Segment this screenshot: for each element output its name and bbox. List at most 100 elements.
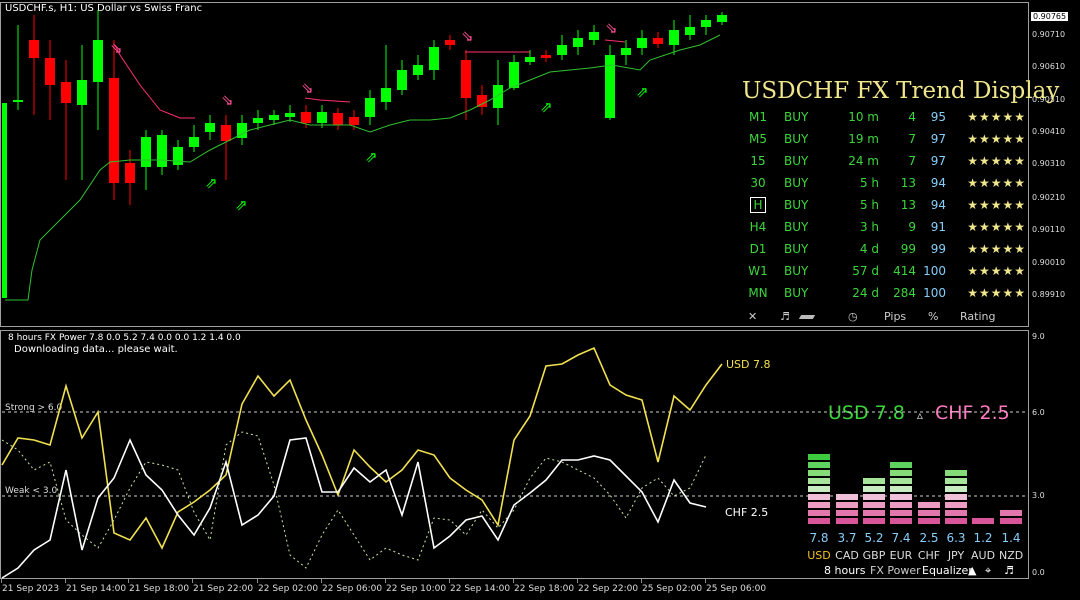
currency-power-value: 5.2 xyxy=(864,531,884,545)
currency-name[interactable]: CAD xyxy=(835,549,859,562)
equalizer-bar-segment xyxy=(945,470,967,476)
time-tick xyxy=(321,579,322,583)
time-tick-label: 22 Sep 14:00 xyxy=(450,584,511,594)
price-axis: 0.90710 0.90610 0.90510 0.90410 0.90310 … xyxy=(1030,0,1080,330)
price-tick: 0.90310 xyxy=(1032,159,1066,168)
time-tick-label: 21 Sep 18:00 xyxy=(129,584,190,594)
time-tick xyxy=(1,579,2,583)
time-tick xyxy=(641,579,642,583)
equalizer-bar-segment xyxy=(863,518,885,524)
currency-power-value: 3.7 xyxy=(837,531,857,545)
music-note-icon[interactable]: ♬ xyxy=(1004,564,1014,577)
equalizer-bar-segment xyxy=(808,454,830,460)
price-tick: 0.90610 xyxy=(1032,62,1066,71)
equalizer-bar-segment xyxy=(972,518,994,524)
power-axis: 9.0 6.0 3.0 0.0 xyxy=(1030,330,1080,580)
time-tick xyxy=(449,579,450,583)
currency-name[interactable]: AUD xyxy=(971,549,995,562)
currency-power-value: 7.8 xyxy=(809,531,829,545)
time-tick-label: 21 Sep 22:00 xyxy=(193,584,254,594)
time-tick xyxy=(257,579,258,583)
equalizer-bar-segment xyxy=(808,510,830,516)
time-tick-label: 22 Sep 22:00 xyxy=(578,584,639,594)
time-tick xyxy=(385,579,386,583)
power-tick: 3.0 xyxy=(1032,491,1045,500)
arrow-down-icon[interactable]: ▲ xyxy=(968,564,976,577)
power-lines-layer xyxy=(1,346,1025,579)
fx-power-button[interactable]: FX Power xyxy=(870,564,921,577)
equalizer-bar-segment xyxy=(890,502,912,508)
time-tick xyxy=(192,579,193,583)
equalizer-bar-segment xyxy=(808,470,830,476)
price-tick: 0.89910 xyxy=(1032,290,1066,299)
power-tick: 0.0 xyxy=(1032,568,1045,577)
currency-name[interactable]: USD xyxy=(807,549,831,562)
time-tick-label: 22 Sep 18:00 xyxy=(514,584,575,594)
equalizer-bar-segment xyxy=(1000,510,1022,516)
equalizer-bar-segment xyxy=(808,462,830,468)
equalizer-bar-segment xyxy=(890,510,912,516)
time-tick xyxy=(705,579,706,583)
price-tick: 0.90710 xyxy=(1032,30,1066,39)
time-tick-label: 22 Sep 10:00 xyxy=(386,584,447,594)
equalizer-bar-segment xyxy=(890,470,912,476)
time-tick xyxy=(65,579,66,583)
equalizer-bar-segment xyxy=(808,502,830,508)
equalizer-bar-segment xyxy=(890,478,912,484)
equalizer-bar-segment xyxy=(945,518,967,524)
equalizer-bar-segment xyxy=(945,486,967,492)
currency-name[interactable]: NZD xyxy=(999,549,1023,562)
price-tick: 0.90410 xyxy=(1032,127,1066,136)
equalizer-bar-segment xyxy=(808,494,830,500)
crosshair-icon[interactable]: ⌖ xyxy=(985,564,991,578)
equalizer-bar-segment xyxy=(945,478,967,484)
equalizer-button[interactable]: Equalizer xyxy=(922,564,973,577)
equalizer-bar-segment xyxy=(836,494,858,500)
equalizer-bar-segment xyxy=(890,462,912,468)
equalizer-bar-segment xyxy=(918,510,940,516)
secondary-power-line xyxy=(1,431,707,569)
currency-name[interactable]: CHF xyxy=(917,549,941,562)
time-tick-label: 25 Sep 06:00 xyxy=(706,584,767,594)
time-tick-label: 21 Sep 14:00 xyxy=(66,584,127,594)
hours-button[interactable]: 8 hours xyxy=(824,564,865,577)
equalizer-bar-segment xyxy=(863,478,885,484)
price-tick: 0.90210 xyxy=(1032,193,1066,202)
equalizer-bar-segment xyxy=(918,502,940,508)
power-tick: 6.0 xyxy=(1032,408,1045,417)
equalizer-bar-segment xyxy=(945,502,967,508)
equalizer-bar-segment xyxy=(890,518,912,524)
price-tick: 0.90010 xyxy=(1032,258,1066,267)
equalizer-bar-segment xyxy=(945,510,967,516)
time-tick xyxy=(128,579,129,583)
equalizer-bar-segment xyxy=(863,486,885,492)
currency-power-value: 7.4 xyxy=(891,531,911,545)
time-tick xyxy=(513,579,514,583)
equalizer-bar-segment xyxy=(945,494,967,500)
equalizer-bar-segment xyxy=(1000,518,1022,524)
equalizer-bar-segment xyxy=(918,518,940,524)
chf-power-line xyxy=(1,437,707,579)
currency-name[interactable]: JPY xyxy=(944,549,968,562)
time-tick xyxy=(577,579,578,583)
time-tick-label: 21 Sep 2023 xyxy=(2,584,60,594)
currency-name[interactable]: EUR xyxy=(889,549,913,562)
time-tick-label: 22 Sep 06:00 xyxy=(322,584,383,594)
equalizer-bar-segment xyxy=(890,486,912,492)
usd-power-line xyxy=(1,346,723,550)
equalizer-bar-segment xyxy=(836,510,858,516)
time-tick-label: 25 Sep 02:00 xyxy=(642,584,703,594)
currency-power-value: 1.2 xyxy=(973,531,993,545)
equalizer-bar-segment xyxy=(890,494,912,500)
price-tick: 0.90110 xyxy=(1032,225,1066,234)
equalizer-bar-segment xyxy=(836,518,858,524)
currency-power-value: 1.4 xyxy=(1001,531,1021,545)
currency-power-value: 2.5 xyxy=(919,531,939,545)
equalizer-bar-segment xyxy=(863,502,885,508)
currency-power-value: 6.3 xyxy=(946,531,966,545)
equalizer-bar-segment xyxy=(836,502,858,508)
power-tick: 9.0 xyxy=(1032,332,1045,341)
equalizer-bar-segment xyxy=(808,486,830,492)
currency-name[interactable]: GBP xyxy=(862,549,886,562)
equalizer-bar-segment xyxy=(863,510,885,516)
